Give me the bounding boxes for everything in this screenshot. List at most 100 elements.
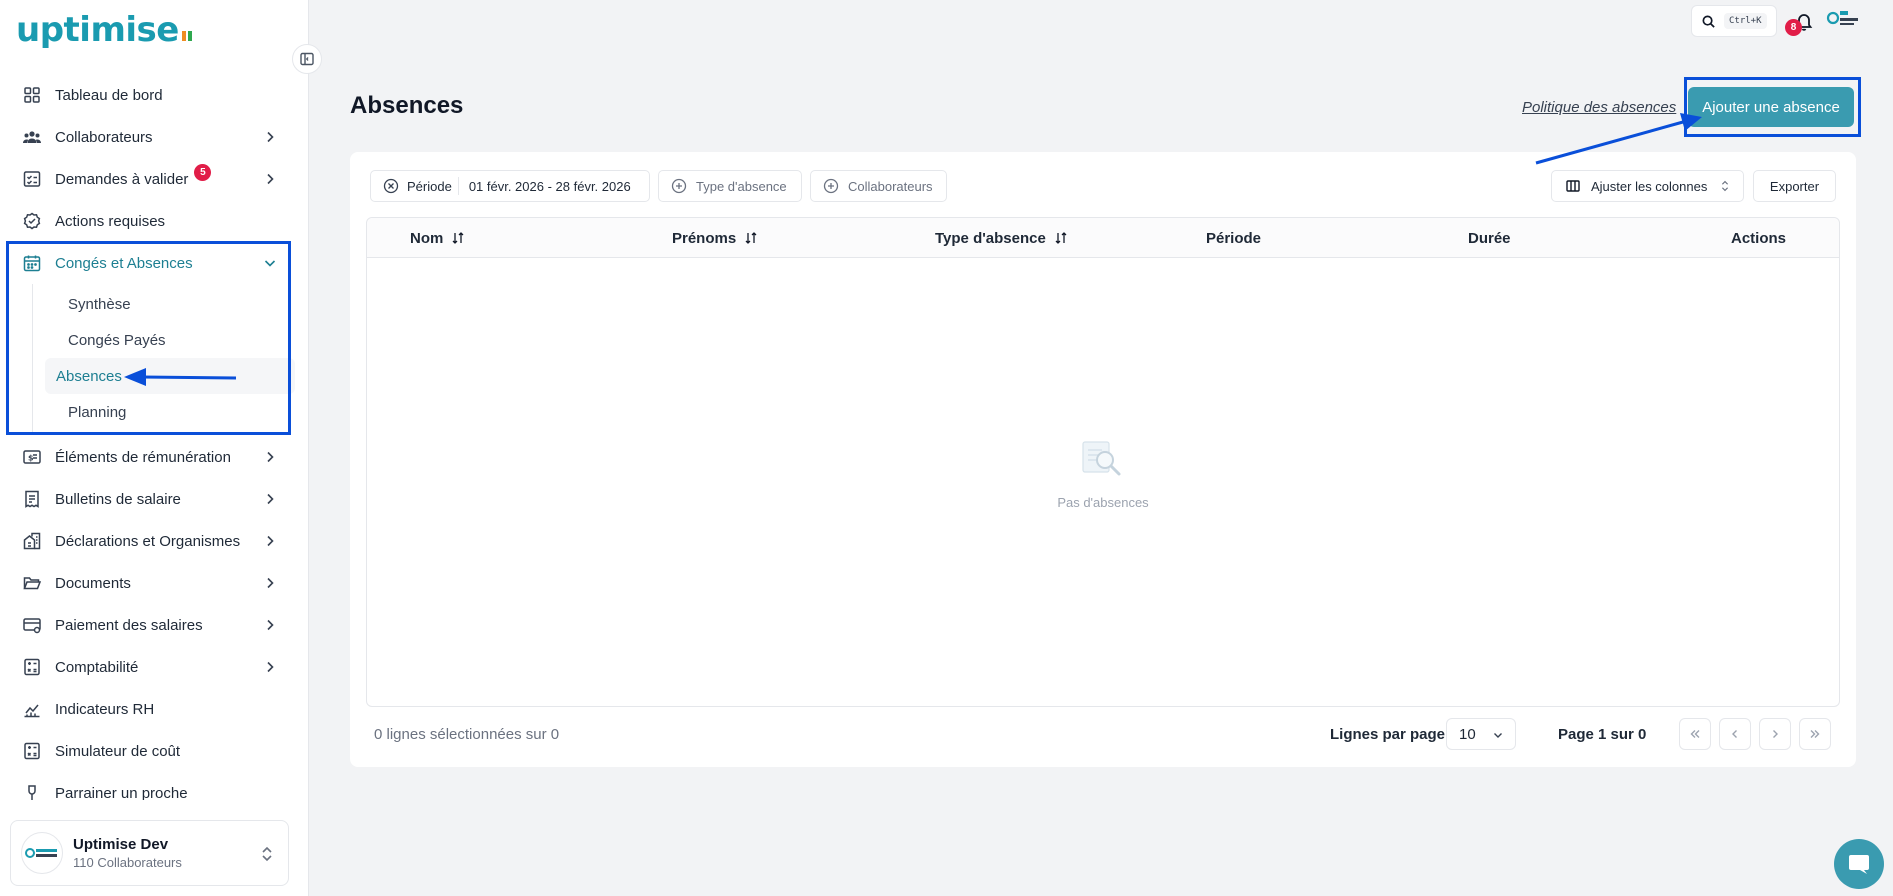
sidebar-item-tableau-de-bord[interactable]: Tableau de bord (0, 74, 309, 116)
sidebar-item-parrainer[interactable]: Parrainer un proche (0, 772, 309, 800)
type-absence-filter[interactable]: Type d'absence (658, 170, 802, 202)
column-header-type-absence[interactable]: Type d'absence (935, 218, 1068, 258)
chevron-down-icon (1494, 733, 1502, 738)
sidebar-item-label: Simulateur de coût (55, 742, 181, 760)
notifications-badge: 8 (1785, 19, 1802, 36)
badge-check-icon (22, 211, 42, 231)
chevron-updown-icon (262, 846, 272, 862)
sidebar-item-simulateur[interactable]: Simulateur de coût (0, 730, 309, 772)
sidebar-item-collaborateurs[interactable]: Collaborateurs (0, 116, 309, 158)
user-avatar[interactable] (1826, 6, 1860, 34)
sidebar-item-actions-requises[interactable]: Actions requises (0, 200, 309, 242)
first-page-button[interactable] (1679, 718, 1711, 750)
chevron-updown-icon (1722, 180, 1729, 192)
sidebar-item-declarations[interactable]: Déclarations et Organismes (0, 520, 309, 562)
export-button[interactable]: Exporter (1753, 170, 1836, 202)
selection-count: 0 lignes sélectionnées sur 0 (374, 726, 560, 743)
sidebar: uptimise Tableau de bord Collaborateurs … (0, 0, 309, 896)
search-icon (1702, 15, 1715, 28)
export-label: Exporter (1769, 178, 1820, 194)
rows-per-page-select[interactable]: 10 (1446, 718, 1516, 750)
chevron-right-icon (1773, 730, 1778, 738)
search-shortcut: Ctrl+K (1724, 13, 1767, 29)
chat-icon (1849, 855, 1869, 874)
chevrons-left-icon (1690, 730, 1700, 738)
sidebar-item-indicateurs[interactable]: Indicateurs RH (0, 688, 309, 730)
conges-subnav: Synthèse Congés Payés Absences Planning (32, 284, 309, 432)
sidebar-item-label: Paiement des salaires (55, 616, 203, 634)
periode-label: Période (407, 178, 452, 194)
uptimise-logo[interactable]: uptimise (16, 10, 192, 50)
rows-per-page-label: Lignes par page (1330, 726, 1446, 743)
calendar-icon (22, 253, 42, 273)
sidebar-item-label: Documents (55, 574, 131, 592)
column-header-prenoms[interactable]: Prénoms (672, 218, 758, 258)
sidebar-item-bulletins[interactable]: Bulletins de salaire (0, 478, 309, 520)
page-title: Absences (350, 92, 464, 119)
chevrons-right-icon (1810, 730, 1820, 738)
close-circle-icon[interactable] (383, 178, 399, 194)
calculator-icon (22, 741, 42, 761)
empty-search-icon (1082, 441, 1121, 476)
sidebar-item-label: Demandes à valider (55, 170, 189, 188)
column-header-periode: Période (1206, 229, 1262, 247)
table-header: Nom Prénoms Type d'absence Période Durée… (367, 218, 1839, 258)
sidebar-item-elements-remuneration[interactable]: $ Éléments de rémunération (0, 436, 309, 478)
chevron-right-icon (267, 451, 274, 463)
subnav-item-planning[interactable]: Planning (45, 394, 295, 430)
sidebar-item-documents[interactable]: Documents (0, 562, 309, 604)
sidebar-item-label: Bulletins de salaire (55, 490, 181, 508)
sidebar-item-label: Parrainer un proche (55, 784, 188, 801)
sidebar-item-label: Éléments de rémunération (55, 448, 231, 466)
chevron-right-icon (267, 493, 274, 505)
sidebar-panel-icon (300, 52, 314, 66)
subnav-item-absences[interactable]: Absences (45, 358, 295, 394)
add-absence-button[interactable]: Ajouter une absence (1688, 87, 1854, 127)
policy-link[interactable]: Politique des absences (1522, 99, 1676, 116)
adjust-columns-button[interactable]: Ajuster les colonnes (1551, 170, 1744, 202)
sidebar-item-label: Congés et Absences (55, 254, 193, 272)
buildings-icon (22, 531, 42, 551)
chevron-left-icon (1732, 730, 1737, 738)
chevron-right-icon (267, 173, 274, 185)
users-icon (22, 127, 42, 147)
column-header-nom[interactable]: Nom (410, 218, 465, 258)
sidebar-item-label: Comptabilité (55, 658, 139, 676)
divider (457, 177, 459, 195)
last-page-button[interactable] (1799, 718, 1831, 750)
sidebar-item-demandes[interactable]: Demandes à valider 5 (0, 158, 309, 200)
empty-state-text: Pas d'absences (1057, 495, 1149, 510)
chevron-right-icon (267, 535, 274, 547)
chat-support-button[interactable] (1834, 839, 1884, 889)
chevron-down-icon (264, 260, 276, 267)
chevron-right-icon (267, 577, 274, 589)
next-page-button[interactable] (1759, 718, 1791, 750)
dashboard-grid-icon (22, 85, 42, 105)
sidebar-nav: Tableau de bord Collaborateurs Demandes … (0, 74, 309, 800)
sort-icon (745, 232, 757, 244)
pending-requests-badge: 5 (194, 163, 212, 181)
sidebar-item-comptabilite[interactable]: Comptabilité (0, 646, 309, 688)
subnav-item-conges-payes[interactable]: Congés Payés (45, 322, 295, 358)
search-button[interactable]: Ctrl+K (1691, 5, 1777, 37)
sidebar-item-paiement[interactable]: Paiement des salaires (0, 604, 309, 646)
subnav-item-synthese[interactable]: Synthèse (45, 286, 295, 322)
checklist-icon (22, 169, 42, 189)
receipt-icon (22, 489, 42, 509)
column-header-actions: Actions (1731, 229, 1787, 247)
folder-icon (22, 573, 42, 593)
sidebar-item-conges-absences[interactable]: Congés et Absences (0, 242, 309, 284)
company-switcher[interactable]: Uptimise Dev 110 Collaborateurs (10, 820, 289, 886)
column-header-duree: Durée (1468, 229, 1511, 247)
previous-page-button[interactable] (1719, 718, 1751, 750)
sort-icon (452, 232, 464, 244)
chevron-right-icon (267, 619, 274, 631)
sidebar-collapse-button[interactable] (292, 44, 322, 74)
periode-filter[interactable]: Période 01 févr. 2026 - 28 févr. 2026 (370, 170, 650, 202)
sidebar-item-label: Indicateurs RH (55, 700, 155, 718)
columns-icon (1566, 180, 1580, 192)
empty-state: Pas d'absences (367, 438, 1839, 510)
sidebar-item-label: Collaborateurs (55, 128, 153, 146)
sort-icon (1055, 232, 1067, 244)
collaborateurs-filter[interactable]: Collaborateurs (810, 170, 947, 202)
